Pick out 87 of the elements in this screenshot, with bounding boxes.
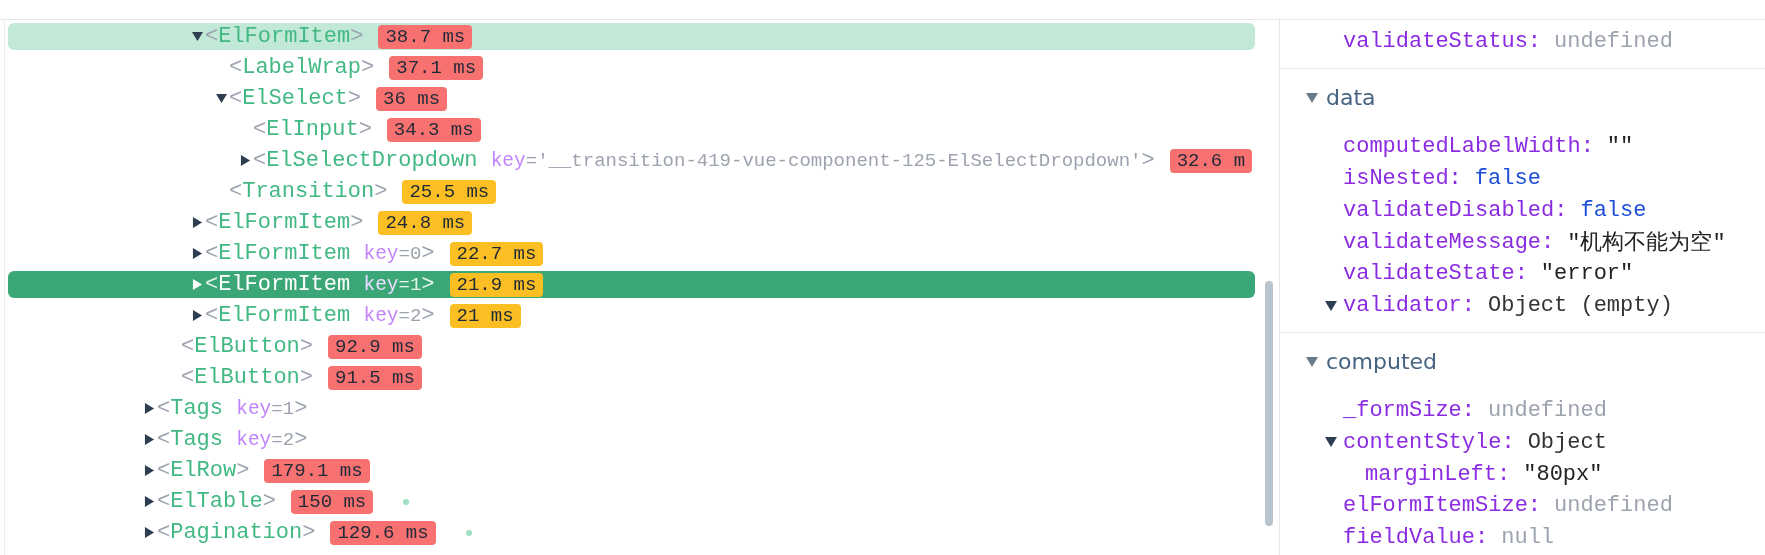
component-tag: <Transition>	[229, 178, 388, 205]
timing-badge: 21.9 ms	[449, 272, 544, 297]
property-value: "80px"	[1523, 461, 1603, 487]
property-value: undefined	[1488, 397, 1607, 423]
tree-row[interactable]: <ElRow> 179.1 ms	[8, 457, 1255, 484]
property-key: isNested:	[1343, 166, 1462, 191]
scrollbar[interactable]	[1265, 281, 1273, 526]
caret-down-icon[interactable]	[1325, 300, 1337, 311]
component-tag: <ElFormItem>	[205, 209, 364, 236]
property-key: validateDisabled:	[1343, 197, 1568, 223]
property-key: validator:	[1343, 293, 1476, 319]
component-tag: <ElSelect>	[229, 85, 362, 112]
property-value: "error"	[1540, 261, 1634, 287]
tree-row[interactable]: <ElFormItem key=1> 21.9 ms	[8, 271, 1255, 298]
property-value: undefined	[1554, 493, 1673, 519]
tree-row[interactable]: <ElTable> 150 ms	[8, 488, 1255, 515]
caret-right-icon[interactable]	[144, 527, 155, 538]
component-tag: <LabelWrap>	[229, 54, 375, 81]
caret-down-icon[interactable]	[216, 93, 227, 104]
property-value: Object (empty)	[1488, 293, 1673, 319]
component-tag: <ElButton>	[181, 364, 314, 391]
tree-row[interactable]: <ElFormItem> 38.7 ms	[8, 23, 1255, 50]
tree-row[interactable]: <LabelWrap> 37.1 ms	[8, 54, 1255, 81]
tree-row[interactable]: <ElSelect> 36 ms	[8, 85, 1255, 112]
tree-row[interactable]: <ElButton> 92.9 ms	[8, 333, 1255, 360]
tree-row[interactable]: <ElFormItem key=0> 22.7 ms	[8, 240, 1255, 267]
component-tag: <ElFormItem>	[205, 23, 364, 50]
property-key: elFormItemSize:	[1343, 493, 1542, 519]
component-tag: <ElFormItem key=0>	[205, 240, 435, 267]
component-tag: <ElInput>	[253, 116, 372, 143]
timing-badge: 36 ms	[376, 86, 448, 111]
property-key: validateMessage:	[1343, 229, 1555, 255]
timing-badge: 179.1 ms	[264, 458, 370, 483]
property-value: undefined	[1554, 29, 1673, 55]
caret-right-icon[interactable]	[192, 217, 203, 228]
property-value: null	[1501, 525, 1555, 551]
property-key: computedLabelWidth:	[1343, 134, 1594, 160]
caret-down-icon[interactable]	[1325, 437, 1337, 448]
timing-badge: 32.6 m	[1169, 148, 1253, 173]
property-key: validateStatus:	[1343, 29, 1542, 55]
tree-row[interactable]: <ElButton> 91.5 ms	[8, 364, 1255, 391]
property-value: Object	[1527, 429, 1607, 455]
timing-badge: 91.5 ms	[328, 365, 422, 390]
tree-row[interactable]: <Pagination> 129.6 ms	[8, 519, 1255, 546]
caret-right-icon[interactable]	[144, 403, 155, 414]
property-value: false	[1474, 166, 1541, 191]
tree-row[interactable]: <ElInput> 34.3 ms	[8, 116, 1255, 143]
component-tag: <ElSelectDropdown key='__transition-419-vue-component-125-ElSelectDropdown'>	[253, 147, 1155, 174]
caret-right-icon[interactable]	[144, 465, 155, 476]
caret-right-icon[interactable]	[240, 155, 251, 166]
timing-badge: 129.6 ms	[330, 520, 436, 545]
section-header[interactable]: data	[1280, 81, 1765, 114]
caret-right-icon[interactable]	[144, 496, 155, 507]
timing-badge: 92.9 ms	[328, 334, 422, 359]
caret-right-icon[interactable]	[192, 248, 203, 259]
caret-down-icon[interactable]	[192, 31, 203, 42]
timing-badge: 38.7 ms	[378, 24, 473, 49]
timing-badge: 21 ms	[449, 303, 521, 328]
timing-badge: 34.3 ms	[386, 117, 481, 142]
component-tag: <ElRow>	[157, 457, 250, 484]
property-key: validateState:	[1343, 261, 1528, 287]
component-tag: <ElTable>	[157, 488, 276, 515]
property-key: marginLeft:	[1365, 461, 1511, 487]
timing-badge: 22.7 ms	[449, 241, 544, 266]
timing-badge: 37.1 ms	[389, 55, 484, 80]
component-tag: <Tags key=1>	[157, 395, 308, 422]
tree-row[interactable]: <ElSelectDropdown key='__transition-419-vue-component-125-ElSelectDropdown'> 32.6 m	[8, 147, 1255, 174]
property-value: "机构不能为空"	[1567, 229, 1726, 258]
tree-row[interactable]: <Transition> 25.5 ms	[8, 178, 1255, 205]
property-key: _formSize:	[1343, 397, 1476, 423]
tree-row[interactable]: <ElFormItem key=2> 21 ms	[8, 302, 1255, 329]
caret-right-icon[interactable]	[192, 310, 203, 321]
caret-right-icon[interactable]	[144, 434, 155, 445]
component-tag: <Tags key=2>	[157, 426, 308, 453]
property-key: fieldValue:	[1343, 525, 1489, 551]
component-tag: <Pagination>	[157, 519, 316, 546]
tree-row[interactable]: <ElFormItem> 24.8 ms	[8, 209, 1255, 236]
component-tag: <ElFormItem key=1>	[205, 271, 435, 298]
section-header[interactable]: computed	[1280, 345, 1765, 378]
property-value: false	[1580, 197, 1647, 223]
timing-badge: 150 ms	[290, 489, 374, 514]
property-value: ""	[1606, 134, 1634, 160]
timing-badge: 24.8 ms	[378, 210, 473, 235]
timing-badge: 25.5 ms	[402, 179, 497, 204]
component-tag: <ElButton>	[181, 333, 314, 360]
property-key: contentStyle:	[1343, 429, 1515, 455]
component-tag: <ElFormItem key=2>	[205, 302, 435, 329]
